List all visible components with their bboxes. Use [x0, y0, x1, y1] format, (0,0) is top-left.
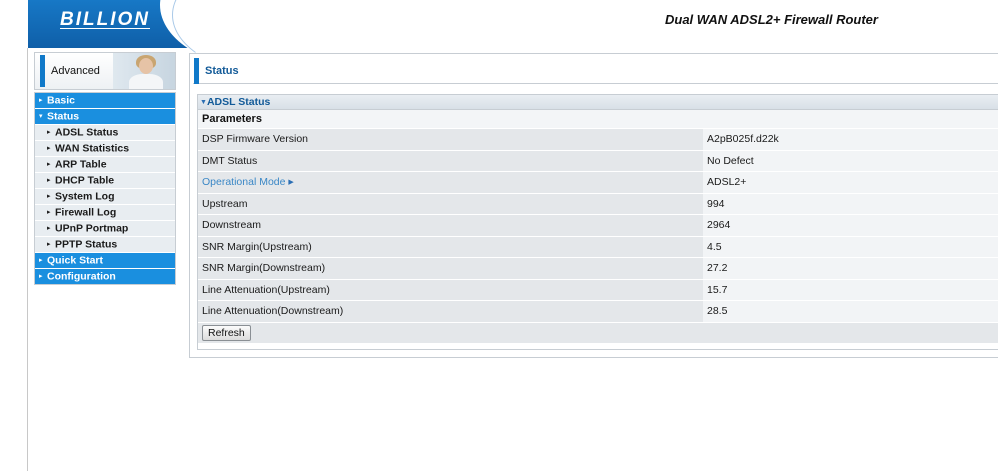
table-row: Line Attenuation(Downstream) 28.5	[198, 300, 998, 323]
left-divider	[27, 48, 28, 471]
sidebar-item-label: UPnP Portmap	[55, 222, 129, 235]
bullet-arrow-icon: ▸	[47, 177, 51, 184]
row-label: Downstream	[198, 214, 703, 237]
table-row: Upstream 994	[198, 193, 998, 215]
sidebar-item-configuration[interactable]: ▸ Configuration	[35, 269, 175, 284]
triangle-right-icon: ▸	[39, 257, 43, 264]
sidebar-menu: ▸ Basic ▾ Status ▸ ADSL Status ▸ WAN Statist…	[34, 92, 176, 285]
bullet-arrow-icon: ▸	[47, 129, 51, 136]
product-title: Dual WAN ADSL2+ Firewall Router	[665, 12, 878, 27]
bullet-arrow-icon: ▸	[47, 209, 51, 216]
row-label: Line Attenuation(Downstream)	[198, 300, 703, 323]
sidebar-item-label: Quick Start	[47, 254, 104, 267]
sidebar-item-label: PPTP Status	[55, 238, 118, 251]
sidebar-item-label: WAN Statistics	[55, 142, 130, 155]
sidebar-item-dhcp-table[interactable]: ▸ DHCP Table	[35, 173, 175, 189]
bullet-arrow-icon: ▸	[47, 193, 51, 200]
page-title: Status	[205, 65, 239, 77]
row-label: SNR Margin(Upstream)	[198, 236, 703, 258]
main-panel: Status ▼ADSL Status Parameters DSP Firmw…	[189, 53, 998, 358]
row-value: ADSL2+	[703, 171, 998, 194]
row-value: No Defect	[703, 150, 998, 172]
router-admin-page: BILLION Dual WAN ADSL2+ Firewall Router …	[0, 0, 998, 471]
sidebar-item-status[interactable]: ▾ Status	[35, 109, 175, 125]
triangle-right-icon: ▶	[288, 179, 294, 187]
operational-mode-link[interactable]: Operational Mode ▶	[198, 171, 703, 194]
bullet-arrow-icon: ▸	[47, 161, 51, 168]
row-label: Upstream	[198, 193, 703, 215]
sidebar-item-label: Firewall Log	[55, 206, 117, 219]
row-value: 4.5	[703, 236, 998, 258]
page-title-bar: Status	[193, 57, 998, 84]
sidebar-item-label: Basic	[47, 94, 76, 107]
sidebar-item-label: System Log	[55, 190, 115, 203]
sidebar-item-label: Configuration	[47, 270, 116, 283]
row-value: 2964	[703, 214, 998, 237]
table-row: Downstream 2964	[198, 214, 998, 237]
adsl-status-section: ▼ADSL Status Parameters DSP Firmware Ver…	[197, 94, 998, 350]
header: BILLION Dual WAN ADSL2+ Firewall Router	[0, 0, 998, 76]
table-row: SNR Margin(Upstream) 4.5	[198, 236, 998, 258]
table-row: Operational Mode ▶ ADSL2+	[198, 171, 998, 194]
sidebar-item-label: ARP Table	[55, 158, 107, 171]
triangle-down-icon: ▼	[200, 99, 207, 106]
table-row: SNR Margin(Downstream) 27.2	[198, 257, 998, 280]
refresh-button[interactable]: Refresh	[202, 324, 251, 341]
sidebar-item-quick-start[interactable]: ▸ Quick Start	[35, 253, 175, 269]
row-value: 15.7	[703, 279, 998, 301]
row-label: SNR Margin(Downstream)	[198, 257, 703, 280]
advanced-mode-panel[interactable]: Advanced	[34, 52, 176, 90]
header-dot	[180, 20, 185, 25]
row-value: 27.2	[703, 257, 998, 280]
sidebar-item-label: DHCP Table	[55, 174, 115, 187]
support-agent-photo	[113, 53, 175, 89]
title-accent-bar	[194, 58, 199, 84]
sidebar-item-adsl-status[interactable]: ▸ ADSL Status	[35, 125, 175, 141]
section-header[interactable]: ▼ADSL Status	[198, 95, 998, 110]
row-label: Operational Mode	[202, 176, 286, 189]
advanced-label: Advanced	[51, 65, 100, 77]
sidebar-item-label: ADSL Status	[55, 126, 119, 139]
triangle-right-icon: ▸	[39, 273, 43, 280]
photo-head	[139, 58, 153, 74]
refresh-row: Refresh	[198, 322, 998, 343]
bullet-arrow-icon: ▸	[47, 225, 51, 232]
billion-logo: BILLION	[60, 9, 150, 30]
adsl-status-table: DSP Firmware Version A2pB025f.d22k DMT S…	[198, 129, 998, 323]
table-row: DMT Status No Defect	[198, 150, 998, 172]
triangle-right-icon: ▸	[39, 97, 43, 104]
sidebar-item-upnp-portmap[interactable]: ▸ UPnP Portmap	[35, 221, 175, 237]
sidebar-item-label: Status	[47, 110, 80, 123]
table-row: Line Attenuation(Upstream) 15.7	[198, 279, 998, 301]
bullet-arrow-icon: ▸	[47, 241, 51, 248]
sidebar-item-firewall-log[interactable]: ▸ Firewall Log	[35, 205, 175, 221]
section-title: ADSL Status	[206, 96, 271, 108]
triangle-down-icon: ▾	[39, 113, 43, 120]
bullet-arrow-icon: ▸	[47, 145, 51, 152]
parameters-header: Parameters	[198, 110, 998, 129]
photo-body	[129, 74, 163, 89]
sidebar-item-arp-table[interactable]: ▸ ARP Table	[35, 157, 175, 173]
row-label: Line Attenuation(Upstream)	[198, 279, 703, 301]
sidebar-item-basic[interactable]: ▸ Basic	[35, 93, 175, 109]
sidebar-item-pptp-status[interactable]: ▸ PPTP Status	[35, 237, 175, 253]
sidebar-item-system-log[interactable]: ▸ System Log	[35, 189, 175, 205]
row-label: DMT Status	[198, 150, 703, 172]
row-value: 28.5	[703, 300, 998, 323]
sidebar-item-wan-statistics[interactable]: ▸ WAN Statistics	[35, 141, 175, 157]
row-value: 994	[703, 193, 998, 215]
row-label: DSP Firmware Version	[198, 129, 703, 151]
header-dot	[231, 36, 235, 40]
advanced-accent-bar	[40, 55, 45, 87]
table-row: DSP Firmware Version A2pB025f.d22k	[198, 129, 998, 151]
row-value: A2pB025f.d22k	[703, 129, 998, 151]
